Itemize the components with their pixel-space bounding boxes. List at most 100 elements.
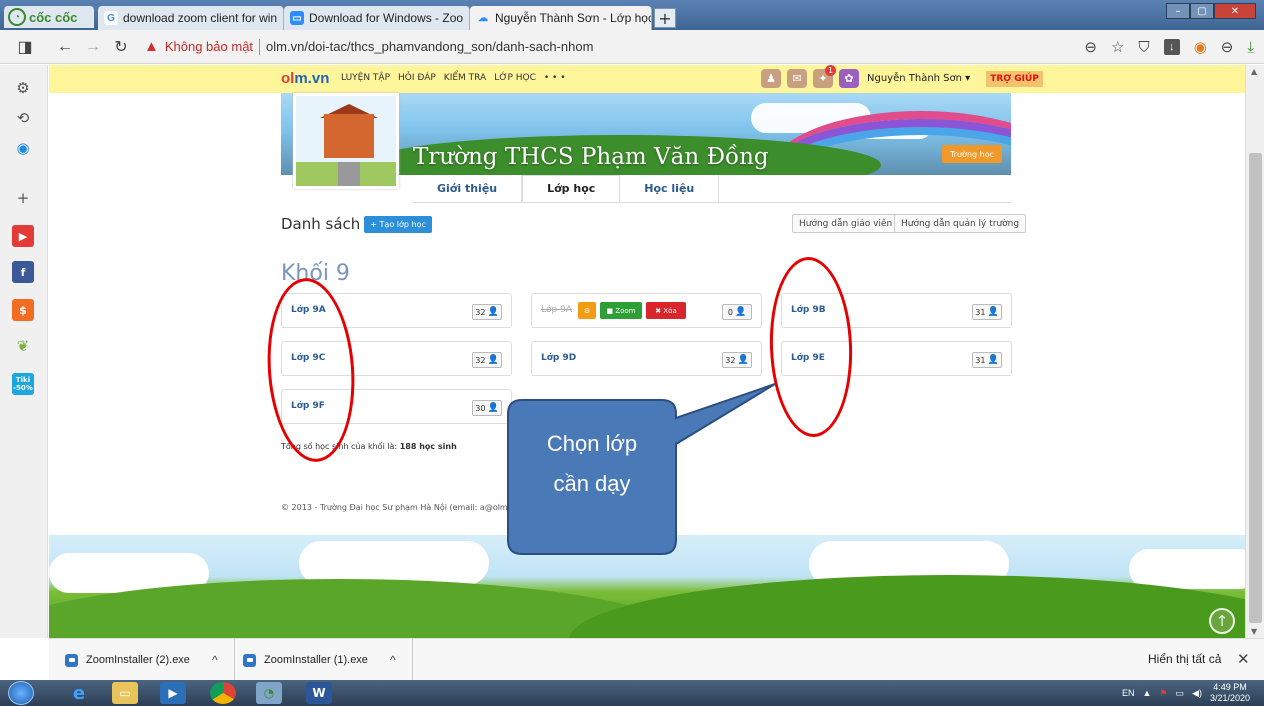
reload-button[interactable]: ↻ — [110, 37, 132, 57]
tab-classes[interactable]: Lớp học — [522, 175, 621, 202]
close-icon[interactable]: ✕ — [277, 8, 283, 28]
new-tab-button[interactable]: + — [654, 8, 676, 28]
coccoc-leaf-icon[interactable]: ❦ — [12, 335, 34, 357]
sidebar-toggle-icon[interactable]: ◨ — [14, 37, 36, 57]
school-type-button[interactable]: Trường học — [942, 145, 1002, 163]
back-button[interactable]: ← — [54, 38, 76, 56]
help-button[interactable]: TRỢ GIÚP — [986, 70, 1043, 87]
class-card-9a-empty[interactable]: Lớp 9A ⚙ ■ Zoom ✖ Xóa 0 👤 — [531, 293, 762, 328]
scroll-to-top-button[interactable]: ↑ — [1209, 608, 1235, 634]
zoom-icon-magnifier[interactable]: ⊖ — [1084, 38, 1097, 56]
create-class-button[interactable]: + Tạo lớp học — [364, 215, 432, 233]
menu-test[interactable]: KIỂM TRA — [444, 73, 486, 83]
chevron-up-icon[interactable]: ^ — [390, 653, 396, 667]
shield-icon[interactable]: ⛉ — [1138, 39, 1149, 56]
security-label[interactable]: Không bảo mật — [165, 39, 253, 54]
friends-icon[interactable]: ♟ — [761, 69, 781, 88]
menu-more[interactable]: • • • — [544, 73, 566, 83]
download-filename[interactable]: ZoomInstaller (1).exe — [264, 654, 368, 666]
start-button[interactable] — [8, 681, 34, 705]
profile-icon[interactable]: ⊖ — [1221, 38, 1234, 56]
download-icon[interactable]: ↓ — [1163, 39, 1180, 55]
teacher-guide-button[interactable]: Hướng dẫn giáo viên — [792, 214, 900, 233]
browser-menu-button[interactable]: ◔ cốc cốc — [4, 6, 94, 28]
scroll-up-icon[interactable]: ▲ — [1251, 67, 1257, 76]
list-header: Danh sách + Tạo lớp học — [281, 215, 432, 233]
minimize-button[interactable]: – — [1166, 3, 1190, 19]
tray-expand-icon[interactable]: ▲ — [1143, 688, 1152, 698]
tab-olm-class[interactable]: ☁ Nguyễn Thành Sơn - Lớp học ✕ — [470, 6, 652, 30]
student-count[interactable]: 32 👤 — [472, 352, 502, 368]
coccoc-taskbar-icon[interactable]: ◔ — [256, 682, 282, 704]
tab-zoom-download[interactable]: ▭ Download for Windows - Zoo ✕ — [284, 6, 470, 30]
file-explorer-icon[interactable]: ▭ — [112, 682, 138, 704]
admin-guide-button[interactable]: Hướng dẫn quản lý trường — [894, 214, 1027, 233]
clock[interactable]: 4:49 PM 3/21/2020 — [1210, 682, 1250, 704]
messages-icon[interactable]: ✉ — [787, 69, 807, 88]
url-field[interactable]: olm.vn/doi-tac/thcs_phamvandong_son/danh… — [266, 39, 593, 54]
class-name[interactable]: Lớp 9D — [541, 353, 576, 363]
count-value: 32 — [725, 355, 736, 365]
scrollbar-thumb[interactable] — [1249, 153, 1262, 623]
tab-materials[interactable]: Học liệu — [620, 175, 720, 202]
close-icon[interactable]: ✕ — [1237, 650, 1250, 668]
zoom-button[interactable]: ■ Zoom — [600, 302, 642, 319]
show-all-downloads-link[interactable]: Hiển thị tất cả — [1148, 652, 1221, 666]
messenger-icon[interactable]: ◉ — [12, 137, 34, 159]
youtube-icon[interactable]: ▶ — [12, 225, 34, 247]
menu-class[interactable]: LỚP HỌC — [494, 73, 536, 83]
menu-qa[interactable]: HỎI ĐÁP — [398, 73, 436, 83]
close-icon[interactable]: ✕ — [463, 8, 469, 28]
edit-icon[interactable]: ⚙ — [578, 302, 596, 319]
student-count[interactable]: 32 👤 — [722, 352, 752, 368]
download-filename[interactable]: ZoomInstaller (2).exe — [86, 654, 190, 666]
internet-explorer-icon[interactable]: e — [66, 682, 92, 704]
tiki-promo-badge[interactable]: Tiki -50% — [12, 373, 34, 395]
download-item[interactable]: ZoomInstaller (2).exe ^ — [49, 639, 235, 681]
history-icon[interactable]: ⟲ — [12, 107, 34, 129]
callout-text: Chọn lớp cần dạy — [512, 424, 672, 504]
tab-google-search[interactable]: G download zoom client for win ✕ — [98, 6, 284, 30]
shopee-icon[interactable]: $ — [12, 299, 34, 321]
avatar[interactable]: ✿ — [839, 69, 859, 88]
address-bar: ◨ ← → ↻ ▲ Không bảo mật olm.vn/doi-tac/t… — [0, 30, 1264, 64]
olm-logo[interactable]: olm.vn — [281, 70, 329, 87]
browser-titlebar: ◔ cốc cốc G download zoom client for win… — [0, 0, 1264, 30]
forward-button[interactable]: → — [82, 38, 104, 56]
class-name[interactable]: Lớp 9A — [541, 305, 572, 315]
download-bar: ZoomInstaller (2).exe ^ ZoomInstaller (1… — [49, 638, 1264, 681]
user-icon: 👤 — [487, 403, 499, 413]
student-count[interactable]: 31 👤 — [972, 352, 1002, 368]
download-item[interactable]: ZoomInstaller (1).exe ^ — [227, 639, 413, 681]
total-value: 188 học sinh — [399, 442, 457, 451]
flag-icon[interactable]: ⚑ — [1159, 688, 1167, 699]
browser-sidebar: ⚙ ⟲ ◉ + ▶ f $ ❦ Tiki -50% — [0, 65, 48, 638]
student-count[interactable]: 0 👤 — [722, 304, 752, 320]
language-indicator[interactable]: EN — [1122, 688, 1135, 698]
tab-introduction[interactable]: Giới thiệu — [413, 175, 523, 202]
media-player-icon[interactable]: ▶ — [160, 682, 186, 704]
student-count[interactable]: 30 👤 — [472, 400, 502, 416]
delete-button[interactable]: ✖ Xóa — [646, 302, 686, 319]
network-icon[interactable]: ▭ — [1176, 688, 1185, 699]
student-count[interactable]: 31 👤 — [972, 304, 1002, 320]
word-icon[interactable]: W — [306, 682, 332, 704]
notifications-icon[interactable]: ✦ 1 — [813, 65, 836, 88]
scroll-down-icon[interactable]: ▼ — [1251, 627, 1257, 636]
settings-icon[interactable]: ⚙ — [12, 77, 34, 99]
facebook-icon[interactable]: f — [12, 261, 34, 283]
chevron-up-icon[interactable]: ^ — [212, 653, 218, 667]
bookmark-star-icon[interactable]: ☆ — [1111, 38, 1124, 56]
downloads-arrow-icon[interactable]: ⤓ — [1247, 39, 1254, 56]
page-scrollbar[interactable]: ▲ ▼ — [1245, 65, 1264, 638]
volume-icon[interactable]: ◀) — [1192, 688, 1202, 699]
chrome-icon[interactable] — [210, 682, 236, 704]
add-icon[interactable]: + — [12, 187, 34, 209]
window-close-button[interactable]: ✕ — [1214, 3, 1256, 19]
menu-practice[interactable]: LUYỆN TẬP — [341, 73, 390, 83]
student-count[interactable]: 32 👤 — [472, 304, 502, 320]
maximize-button[interactable]: ▢ — [1190, 3, 1214, 19]
user-menu[interactable]: Nguyễn Thành Sơn ▾ — [867, 73, 970, 84]
extension-icon[interactable]: ◉ — [1194, 38, 1207, 56]
class-card-9d[interactable]: Lớp 9D 32 👤 — [531, 341, 762, 376]
